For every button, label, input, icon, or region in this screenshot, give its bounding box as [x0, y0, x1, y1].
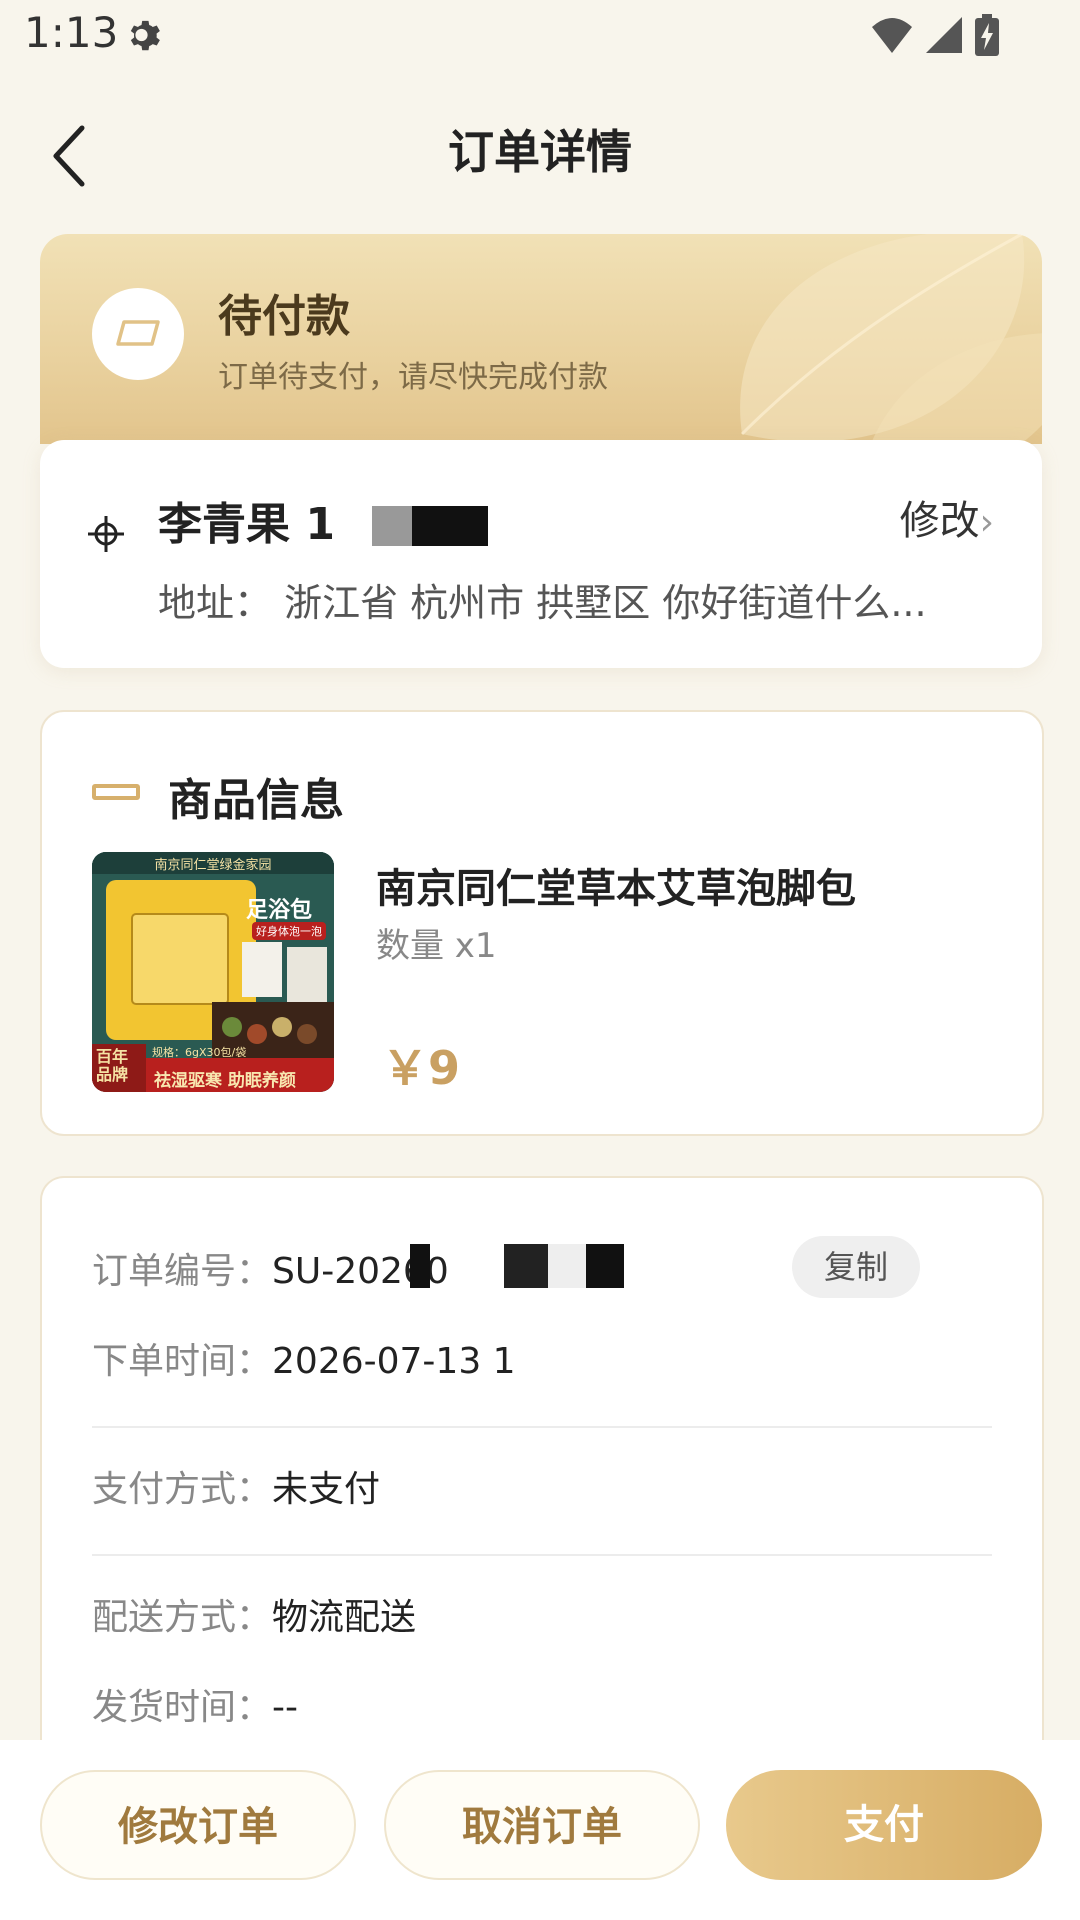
copy-order-number-button[interactable]: 复制: [792, 1236, 920, 1298]
product-name: 南京同仁堂草本艾草泡脚包: [376, 866, 856, 912]
leaf-decoration-icon: [740, 234, 1042, 444]
order-time-value: 2026-07-13 1: [272, 1341, 516, 1382]
divider: [92, 1554, 992, 1556]
section-bar-icon: [92, 784, 140, 800]
delivery-method-value: 物流配送: [272, 1597, 417, 1638]
pay-method-value: 未支付: [272, 1469, 381, 1510]
cancel-order-button[interactable]: 取消订单: [384, 1770, 700, 1880]
order-status-card: 待付款 订单待支付，请尽快完成付款: [40, 234, 1042, 444]
order-number-label: 订单编号：: [92, 1251, 273, 1292]
settings-gear-icon: [130, 20, 160, 51]
thumb-brand: 南京同仁堂绿金家园: [154, 858, 272, 873]
pay-method-row: 支付方式：未支付: [92, 1460, 380, 1512]
status-subtitle: 订单待支付，请尽快完成付款: [218, 360, 608, 395]
status-icons: [870, 14, 1000, 56]
ship-time-row: 发货时间：--: [92, 1678, 298, 1730]
page-title: 订单详情: [448, 125, 632, 179]
product-quantity: 数量 x1: [376, 926, 497, 966]
bottom-action-bar: 修改订单 取消订单 支付: [0, 1740, 1080, 1920]
pay-method-label: 支付方式：: [92, 1469, 273, 1510]
thumb-slogan: 祛湿驱寒 助眠养颜: [154, 1071, 296, 1091]
status-bar: 1:13: [0, 0, 1080, 72]
status-title: 待付款: [218, 291, 350, 342]
ship-time-label: 发货时间：: [92, 1687, 273, 1728]
chevron-right-icon: ›: [979, 502, 994, 543]
order-time-row: 下单时间：2026-07-13 1: [92, 1332, 516, 1384]
cell-signal-icon: [926, 17, 962, 53]
thumb-title: 足浴包: [246, 898, 313, 923]
card-payment-icon: [116, 320, 160, 346]
status-time: 1:13: [24, 8, 119, 57]
delivery-method-label: 配送方式：: [92, 1597, 273, 1638]
edit-address-label: 修改: [899, 498, 980, 544]
order-info-card: 订单编号：SU-20260 复制 下单时间：2026-07-13 1 支付方式：…: [40, 1176, 1044, 1778]
redacted-phone-mask: [332, 502, 488, 548]
status-icon-circle: [92, 288, 184, 380]
header: 订单详情: [0, 90, 1080, 210]
product-thumbnail[interactable]: 南京同仁堂绿金家园 足浴包 好身体泡一泡 规格：6gX30包/袋 百年品牌 祛湿…: [92, 852, 334, 1092]
delivery-method-row: 配送方式：物流配送: [92, 1588, 416, 1640]
pay-button[interactable]: 支付: [726, 1770, 1042, 1880]
address-card[interactable]: 李青果 18 修改› 地址： 浙江省 杭州市 拱墅区 你好街道什么...: [40, 440, 1042, 668]
thumb-spec: 规格：6gX30包/袋: [152, 1046, 247, 1059]
divider: [92, 1426, 992, 1428]
ship-time-value: --: [272, 1687, 298, 1728]
wifi-icon: [872, 18, 912, 53]
thumb-subtitle: 好身体泡一泡: [252, 922, 326, 940]
edit-address-button[interactable]: 修改›: [900, 488, 994, 546]
battery-icon: [975, 14, 999, 56]
thumb-badge: 百年品牌: [96, 1047, 129, 1084]
modify-order-button[interactable]: 修改订单: [40, 1770, 356, 1880]
product-price: ￥9: [382, 1041, 461, 1095]
goods-info-card: 商品信息 南京同仁堂绿金家园 足浴包 好身体泡一泡 规格：6gX30包/袋 百年…: [40, 710, 1044, 1136]
location-crosshair-icon: [88, 516, 124, 552]
address-line: 地址： 浙江省 杭州市 拱墅区 你好街道什么...: [158, 581, 927, 625]
goods-heading: 商品信息: [168, 775, 344, 826]
redacted-order-number-mask: [410, 1244, 624, 1288]
order-time-label: 下单时间：: [92, 1341, 273, 1382]
order-number-row: 订单编号：SU-20260: [92, 1242, 449, 1294]
